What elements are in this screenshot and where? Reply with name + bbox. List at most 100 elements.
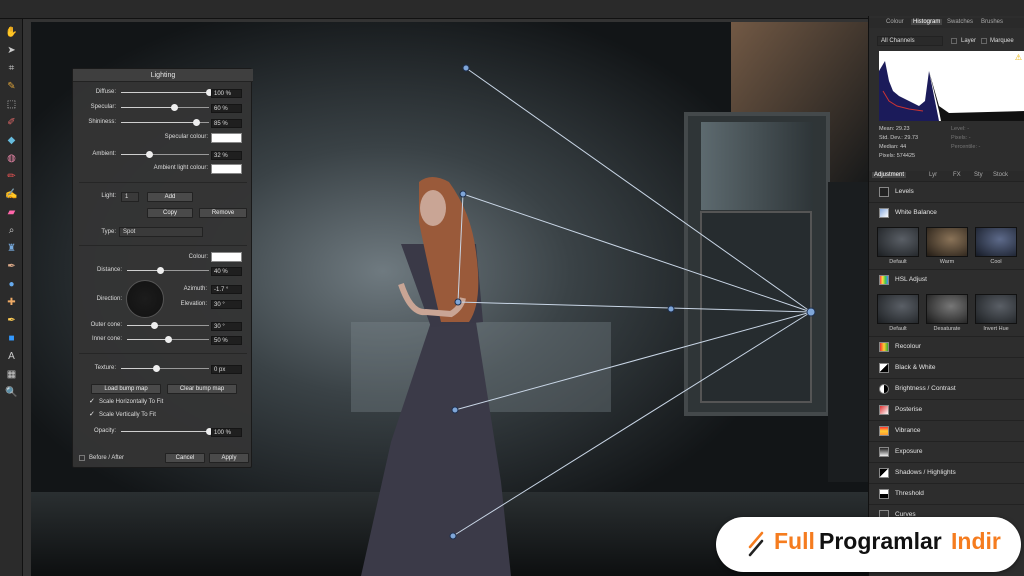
wb-preset-cool[interactable] — [975, 227, 1017, 257]
texture-slider[interactable] — [121, 364, 209, 374]
move-icon[interactable]: ➤ — [4, 43, 19, 58]
inner-cone-value[interactable]: 50 % — [211, 336, 242, 345]
adj-black-white[interactable]: Black & White — [869, 357, 1024, 377]
paint-brush-icon[interactable]: ✏ — [4, 169, 19, 184]
opacity-value[interactable]: 100 % — [211, 428, 242, 437]
adj-posterise[interactable]: Posterise — [869, 399, 1024, 419]
adj-recolour[interactable]: Recolour — [869, 336, 1024, 356]
scale-vertical-checkbox[interactable]: ✓ — [89, 411, 96, 418]
ambient-value[interactable]: 32 % — [211, 151, 242, 160]
hand-icon[interactable]: ✋ — [4, 25, 19, 40]
specular-colour-swatch[interactable] — [211, 133, 242, 143]
blur-icon[interactable]: ● — [4, 277, 19, 292]
adj-brightness-contrast[interactable]: Brightness / Contrast — [869, 378, 1024, 398]
diffuse-value[interactable]: 100 % — [211, 89, 242, 98]
copy-light-button[interactable]: Copy — [147, 208, 193, 218]
ambient-slider[interactable] — [121, 150, 209, 160]
distance-slider[interactable] — [127, 266, 209, 276]
adj-white-balance-label: White Balance — [895, 209, 937, 216]
opacity-slider[interactable] — [121, 427, 213, 437]
outer-cone-slider[interactable] — [127, 321, 209, 331]
marquee-icon[interactable]: ⬚ — [4, 97, 19, 112]
cancel-button[interactable]: Cancel — [165, 453, 205, 463]
layer-checkbox[interactable] — [951, 38, 957, 44]
tab-stock[interactable]: Stock — [993, 172, 1008, 178]
before-after-checkbox[interactable] — [79, 455, 85, 461]
adj-vibrance[interactable]: Vibrance — [869, 420, 1024, 440]
adj-levels[interactable]: Levels — [869, 181, 1024, 201]
light-source-handle[interactable] — [806, 307, 816, 317]
clear-bump-map-button[interactable]: Clear bump map — [167, 384, 237, 394]
rectangle-icon[interactable]: ■ — [4, 331, 19, 346]
flood-fill-icon[interactable]: ◆ — [4, 133, 19, 148]
studio-panel: Colour Histogram Swatches Brushes All Ch… — [868, 16, 1024, 576]
light-index-stepper[interactable]: 1 — [121, 192, 139, 202]
canvas-border-left — [23, 19, 31, 576]
light-handle-6[interactable] — [449, 532, 457, 540]
text-icon[interactable]: A — [4, 349, 19, 364]
add-light-button[interactable]: Add — [147, 192, 193, 202]
adj-shadows-highlights[interactable]: Shadows / Highlights — [869, 462, 1024, 482]
light-handle-1[interactable] — [462, 64, 470, 72]
adj-white-balance[interactable]: White Balance — [869, 202, 1024, 222]
light-handle-3[interactable] — [454, 298, 462, 306]
adj-hsl[interactable]: HSL Adjust — [869, 269, 1024, 289]
hsl-preset-default[interactable] — [877, 294, 919, 324]
specular-slider[interactable] — [121, 103, 209, 113]
eyedropper-icon[interactable]: ✎ — [4, 79, 19, 94]
smudge-icon[interactable]: ✍ — [4, 187, 19, 202]
tab-histogram[interactable]: Histogram — [911, 19, 943, 25]
apply-button[interactable]: Apply — [209, 453, 249, 463]
diffuse-slider[interactable] — [121, 88, 213, 98]
tab-layers[interactable]: Lyr — [929, 172, 937, 178]
shininess-value[interactable]: 85 % — [211, 119, 242, 128]
tab-swatches[interactable]: Swatches — [947, 19, 973, 25]
direction-dial[interactable] — [126, 280, 164, 318]
light-handle-4[interactable] — [667, 305, 675, 313]
color-wheel-icon[interactable]: ◍ — [4, 151, 19, 166]
light-type-select[interactable]: Spot — [119, 227, 203, 237]
mesh-warp-icon[interactable]: ▦ — [4, 367, 19, 382]
tab-adjustment[interactable]: Adjustment — [872, 172, 907, 178]
adj-shadows-highlights-label: Shadows / Highlights — [895, 469, 956, 476]
remove-light-button[interactable]: Remove — [199, 208, 247, 218]
inner-cone-slider[interactable] — [127, 335, 209, 345]
azimuth-value[interactable]: -1.7 ° — [211, 285, 242, 294]
light-colour-swatch[interactable] — [211, 252, 242, 262]
load-bump-map-button[interactable]: Load bump map — [91, 384, 161, 394]
light-handle-5[interactable] — [451, 406, 459, 414]
hsl-preset-invert-hue[interactable] — [975, 294, 1017, 324]
outer-cone-value[interactable]: 30 ° — [211, 322, 242, 331]
window-door — [700, 211, 812, 403]
eraser-icon[interactable]: ▰ — [4, 205, 19, 220]
crop-icon[interactable]: ⌗ — [4, 61, 19, 76]
wb-preset-default[interactable] — [877, 227, 919, 257]
hsl-preset-desaturate[interactable] — [926, 294, 968, 324]
scale-horizontal-checkbox[interactable]: ✓ — [89, 398, 96, 405]
healing-icon[interactable]: ✚ — [4, 295, 19, 310]
elevation-value[interactable]: 30 ° — [211, 300, 242, 309]
specular-value[interactable]: 60 % — [211, 104, 242, 113]
dodge-icon[interactable]: ✒ — [4, 259, 19, 274]
channels-select[interactable]: All Channels — [877, 36, 943, 46]
light-handle-2[interactable] — [459, 190, 467, 198]
adj-threshold[interactable]: Threshold — [869, 483, 1024, 503]
texture-value[interactable]: 0 px — [211, 365, 242, 374]
wb-preset-warm[interactable] — [926, 227, 968, 257]
clone-icon[interactable]: ♜ — [4, 241, 19, 256]
marquee-checkbox[interactable] — [981, 38, 987, 44]
zoom-icon[interactable]: ⌕ — [4, 223, 19, 238]
stat-median: Median: 44 — [879, 144, 907, 150]
hsl-preset-desaturate-label: Desaturate — [933, 326, 961, 332]
shininess-slider[interactable] — [121, 118, 209, 128]
tab-colour[interactable]: Colour — [886, 19, 904, 25]
pen-icon[interactable]: ✒ — [4, 313, 19, 328]
tab-styles[interactable]: Sty — [974, 172, 983, 178]
ambient-colour-swatch[interactable] — [211, 164, 242, 174]
selection-brush-icon[interactable]: ✐ — [4, 115, 19, 130]
tab-fx[interactable]: FX — [953, 172, 961, 178]
magnifier-icon[interactable]: 🔍 — [4, 385, 19, 400]
distance-value[interactable]: 40 % — [211, 267, 242, 276]
adj-exposure[interactable]: Exposure — [869, 441, 1024, 461]
tab-brushes[interactable]: Brushes — [981, 19, 1003, 25]
